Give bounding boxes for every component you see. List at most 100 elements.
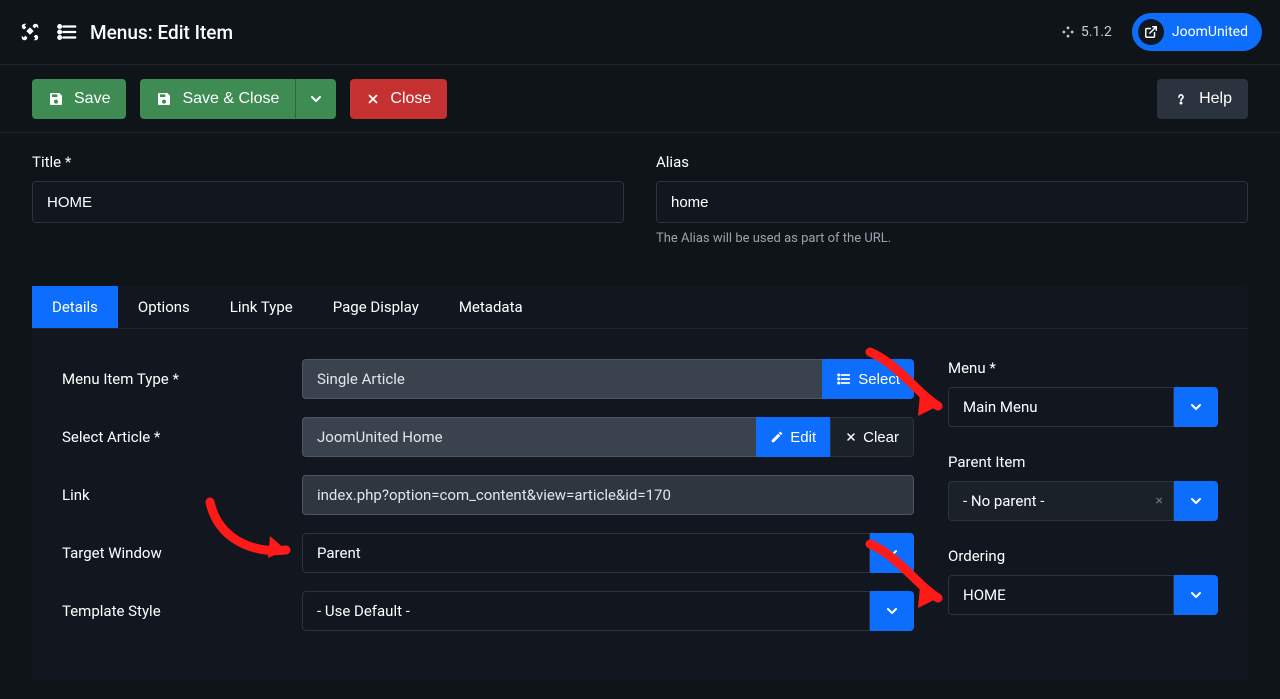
template-style-select[interactable]: - Use Default - xyxy=(302,591,914,631)
parent-item-group: Parent Item - No parent - × xyxy=(948,453,1218,521)
parent-item-value: - No parent - × xyxy=(948,481,1174,521)
tab-body: Menu Item Type * Single Article Select S… xyxy=(32,329,1248,679)
site-name: JoomUnited xyxy=(1172,24,1248,40)
site-launch-badge[interactable]: JoomUnited xyxy=(1132,13,1262,51)
parent-item-label: Parent Item xyxy=(948,453,1218,471)
save-close-button[interactable]: Save & Close xyxy=(140,79,295,119)
target-window-caret[interactable] xyxy=(870,533,914,573)
form-area: Title * Alias The Alias will be used as … xyxy=(0,133,1280,699)
ordering-caret[interactable] xyxy=(1174,575,1218,615)
template-style-caret[interactable] xyxy=(870,591,914,631)
edit-btn-label: Edit xyxy=(790,429,816,446)
tab-options[interactable]: Options xyxy=(118,286,210,328)
parent-item-text: - No parent - xyxy=(963,492,1044,510)
save-button[interactable]: Save xyxy=(32,79,126,119)
title-alias-row: Title * Alias The Alias will be used as … xyxy=(32,153,1248,246)
joomla-logo-icon[interactable] xyxy=(18,20,42,44)
select-btn-label: Select xyxy=(858,371,900,388)
topbar-right: 5.1.2 JoomUnited xyxy=(1061,13,1262,51)
save-icon xyxy=(48,91,64,107)
save-close-dropdown[interactable] xyxy=(295,79,336,119)
clear-article-button[interactable]: Clear xyxy=(830,417,914,457)
list-bullet-icon xyxy=(836,371,852,387)
tab-panel: Details Options Link Type Page Display M… xyxy=(32,286,1248,679)
link-label: Link xyxy=(62,486,302,504)
edit-article-button[interactable]: Edit xyxy=(756,417,830,457)
alias-help: The Alias will be used as part of the UR… xyxy=(656,231,1248,246)
page-heading: Menus: Edit Item xyxy=(56,21,233,44)
row-link: Link index.php?option=com_content&view=a… xyxy=(62,475,914,515)
tab-metadata[interactable]: Metadata xyxy=(439,286,543,328)
joomla-mini-icon xyxy=(1061,25,1075,39)
chevron-down-icon xyxy=(884,603,900,619)
title-field-col: Title * xyxy=(32,153,624,246)
menu-item-type-value: Single Article xyxy=(302,359,822,399)
menu-select[interactable]: Main Menu xyxy=(948,387,1218,427)
topbar: Menus: Edit Item 5.1.2 JoomUnited xyxy=(0,0,1280,65)
details-right-col: Menu * Main Menu Parent Item xyxy=(948,359,1218,649)
link-value: index.php?option=com_content&view=articl… xyxy=(302,475,914,515)
title-label: Title * xyxy=(32,153,624,171)
version-text: 5.1.2 xyxy=(1081,24,1112,40)
menu-label: Menu * xyxy=(948,359,1218,377)
select-article-label: Select Article * xyxy=(62,428,302,446)
save-close-group: Save & Close xyxy=(140,79,336,119)
menu-group: Menu * Main Menu xyxy=(948,359,1218,427)
alias-field-col: Alias The Alias will be used as part of … xyxy=(656,153,1248,246)
menu-item-type-group: Single Article Select xyxy=(302,359,914,399)
menu-item-type-label: Menu Item Type * xyxy=(62,370,302,388)
chevron-down-icon xyxy=(1188,399,1204,415)
chevron-down-icon xyxy=(884,545,900,561)
chevron-down-icon xyxy=(1188,587,1204,603)
details-left-col: Menu Item Type * Single Article Select S… xyxy=(62,359,914,649)
topbar-left: Menus: Edit Item xyxy=(18,20,233,44)
row-select-article: Select Article * JoomUnited Home Edit xyxy=(62,417,914,457)
parent-item-caret[interactable] xyxy=(1174,481,1218,521)
menu-caret[interactable] xyxy=(1174,387,1218,427)
ordering-group: Ordering HOME xyxy=(948,547,1218,615)
row-target-window: Target Window Parent xyxy=(62,533,914,573)
chevron-down-icon xyxy=(1188,493,1204,509)
clear-btn-label: Clear xyxy=(863,429,899,446)
save-close-label: Save & Close xyxy=(182,90,279,108)
target-window-select[interactable]: Parent xyxy=(302,533,914,573)
list-icon xyxy=(56,21,78,43)
tabs: Details Options Link Type Page Display M… xyxy=(32,286,1248,329)
alias-input[interactable] xyxy=(656,181,1248,223)
select-article-group: JoomUnited Home Edit Clear xyxy=(302,417,914,457)
parent-item-select[interactable]: - No parent - × xyxy=(948,481,1218,521)
x-icon xyxy=(845,431,857,443)
ordering-label: Ordering xyxy=(948,547,1218,565)
launch-icon xyxy=(1138,19,1164,45)
help-label: Help xyxy=(1199,90,1232,108)
close-icon xyxy=(366,92,380,106)
chevron-down-icon xyxy=(308,91,324,107)
menu-item-type-select-button[interactable]: Select xyxy=(822,359,914,399)
save-label: Save xyxy=(74,90,110,108)
ordering-select[interactable]: HOME xyxy=(948,575,1218,615)
alias-label: Alias xyxy=(656,153,1248,171)
help-button[interactable]: Help xyxy=(1157,79,1248,119)
parent-item-clear-icon[interactable]: × xyxy=(1156,493,1163,509)
close-button[interactable]: Close xyxy=(350,79,447,119)
row-menu-item-type: Menu Item Type * Single Article Select xyxy=(62,359,914,399)
ordering-value: HOME xyxy=(948,575,1174,615)
tab-link-type[interactable]: Link Type xyxy=(210,286,313,328)
select-article-value: JoomUnited Home xyxy=(302,417,756,457)
link-ctrl: index.php?option=com_content&view=articl… xyxy=(302,475,914,515)
template-style-value: - Use Default - xyxy=(302,591,870,631)
pencil-icon xyxy=(770,430,784,444)
save-icon xyxy=(156,91,172,107)
template-style-label: Template Style xyxy=(62,602,302,620)
target-window-label: Target Window xyxy=(62,544,302,562)
toolbar: Save Save & Close Close Help xyxy=(0,65,1280,133)
close-label: Close xyxy=(390,90,431,108)
row-template-style: Template Style - Use Default - xyxy=(62,591,914,631)
page-title-text: Menus: Edit Item xyxy=(90,21,233,44)
tab-details[interactable]: Details xyxy=(32,286,118,328)
title-input[interactable] xyxy=(32,181,624,223)
menu-value: Main Menu xyxy=(948,387,1174,427)
tab-page-display[interactable]: Page Display xyxy=(313,286,439,328)
question-icon xyxy=(1173,91,1189,107)
version-badge[interactable]: 5.1.2 xyxy=(1061,24,1112,40)
